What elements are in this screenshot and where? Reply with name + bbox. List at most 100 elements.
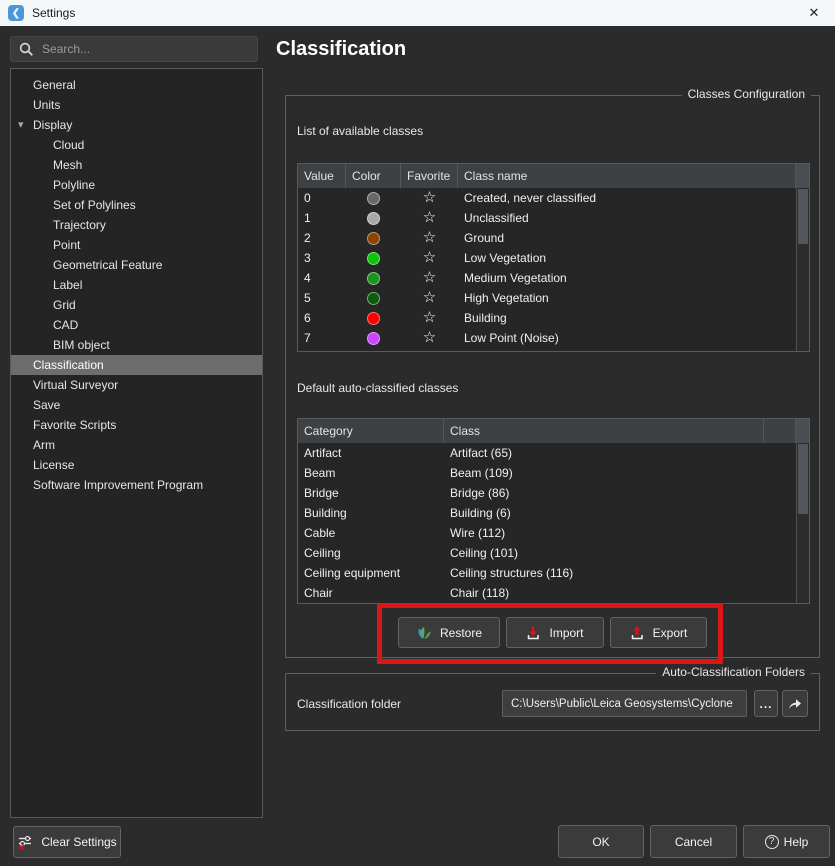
favorite-star-icon[interactable]: ☆: [401, 211, 458, 225]
table-row[interactable]: ChairChair (118): [298, 583, 796, 603]
cancel-button[interactable]: Cancel: [650, 825, 737, 858]
import-button-label: Import: [549, 626, 583, 640]
sidebar-item-virtual-surveyor[interactable]: Virtual Surveyor: [11, 375, 262, 395]
sidebar-item-cad[interactable]: CAD: [11, 315, 262, 335]
table-row[interactable]: 3☆Low Vegetation: [298, 248, 796, 268]
table-row-partial[interactable]: [298, 348, 796, 351]
column-header-category[interactable]: Category: [298, 419, 444, 443]
import-button[interactable]: Import: [506, 617, 604, 648]
sidebar-item-label: Software Improvement Program: [33, 478, 203, 492]
class-value: Ceiling structures (116): [444, 566, 764, 580]
sidebar-item-trajectory[interactable]: Trajectory: [11, 215, 262, 235]
table-row[interactable]: CableWire (112): [298, 523, 796, 543]
search-box[interactable]: [10, 36, 258, 62]
table-row[interactable]: Ceiling equipmentCeiling structures (116…: [298, 563, 796, 583]
class-color-swatch[interactable]: [367, 192, 380, 205]
class-color-cell: [346, 348, 401, 351]
table-row[interactable]: 2☆Ground: [298, 228, 796, 248]
sidebar-item-set-of-polylines[interactable]: Set of Polylines: [11, 195, 262, 215]
class-name: Low Vegetation: [458, 251, 796, 265]
class-color-swatch[interactable]: [367, 232, 380, 245]
sidebar-item-units[interactable]: Units: [11, 95, 262, 115]
category-value: Ceiling equipment: [298, 566, 444, 580]
class-color-swatch[interactable]: [367, 252, 380, 265]
page-title: Classification: [276, 38, 406, 61]
column-header-classname[interactable]: Class name: [458, 164, 796, 188]
table-row[interactable]: BuildingBuilding (6): [298, 503, 796, 523]
class-color-swatch[interactable]: [367, 212, 380, 225]
table-row[interactable]: 1☆Unclassified: [298, 208, 796, 228]
sidebar-item-label: Arm: [33, 438, 55, 452]
close-icon[interactable]: ✕: [799, 0, 829, 26]
favorite-star-icon[interactable]: ☆: [401, 191, 458, 205]
table-row[interactable]: ArtifactArtifact (65): [298, 443, 796, 463]
sidebar-item-license[interactable]: License: [11, 455, 262, 475]
sidebar-item-general[interactable]: General: [11, 75, 262, 95]
cancel-button-label: Cancel: [675, 835, 712, 849]
window-title: Settings: [32, 6, 75, 20]
sidebar-item-arm[interactable]: Arm: [11, 435, 262, 455]
class-value: Ceiling (101): [444, 546, 764, 560]
help-button[interactable]: ? Help: [743, 825, 830, 858]
favorite-star-icon[interactable]: ☆: [401, 291, 458, 305]
class-color-cell: [346, 252, 401, 265]
browse-button[interactable]: ...: [754, 690, 778, 717]
group-title: Classes Configuration: [682, 87, 811, 101]
table-row[interactable]: 4☆Medium Vegetation: [298, 268, 796, 288]
export-button[interactable]: Export: [610, 617, 707, 648]
auto-table-scrollbar[interactable]: [796, 443, 809, 603]
column-header-class[interactable]: Class: [444, 419, 764, 443]
sidebar-item-label[interactable]: Label: [11, 275, 262, 295]
column-header-value[interactable]: Value: [298, 164, 346, 188]
sidebar-item-cloud[interactable]: Cloud: [11, 135, 262, 155]
sidebar-item-save[interactable]: Save: [11, 395, 262, 415]
class-color-cell: [346, 192, 401, 205]
sidebar-item-bim-object[interactable]: BIM object: [11, 335, 262, 355]
favorite-star-icon[interactable]: ☆: [401, 331, 458, 345]
class-color-swatch[interactable]: [367, 292, 380, 305]
table-row[interactable]: 0☆Created, never classified: [298, 188, 796, 208]
classes-table-scrollbar[interactable]: [796, 188, 809, 351]
class-color-swatch[interactable]: [367, 272, 380, 285]
restore-button[interactable]: Restore: [398, 617, 500, 648]
scrollbar-thumb[interactable]: [798, 444, 808, 514]
table-row[interactable]: 6☆Building: [298, 308, 796, 328]
favorite-star-icon[interactable]: ☆: [401, 251, 458, 265]
favorite-star-icon[interactable]: ☆: [401, 231, 458, 245]
sidebar-item-grid[interactable]: Grid: [11, 295, 262, 315]
classification-folder-path[interactable]: C:\Users\Public\Leica Geosystems\Cyclone: [502, 690, 747, 717]
table-row[interactable]: CeilingCeiling (101): [298, 543, 796, 563]
open-folder-button[interactable]: [782, 690, 808, 717]
scrollbar-thumb[interactable]: [798, 189, 808, 244]
sidebar-item-polyline[interactable]: Polyline: [11, 175, 262, 195]
sidebar-item-point[interactable]: Point: [11, 235, 262, 255]
favorite-star-icon[interactable]: ☆: [401, 271, 458, 285]
export-icon: [630, 625, 646, 641]
ok-button-label: OK: [592, 835, 609, 849]
table-row[interactable]: BeamBeam (109): [298, 463, 796, 483]
column-header-spacer: [764, 419, 796, 443]
column-header-favorite[interactable]: Favorite: [401, 164, 458, 188]
clear-settings-button[interactable]: Clear Settings: [13, 826, 121, 858]
sidebar-item-classification[interactable]: Classification: [11, 355, 262, 375]
sidebar-item-mesh[interactable]: Mesh: [11, 155, 262, 175]
class-color-swatch[interactable]: [367, 312, 380, 325]
sidebar-item-label: Point: [53, 238, 80, 252]
sidebar-item-favorite-scripts[interactable]: Favorite Scripts: [11, 415, 262, 435]
sidebar-item-display[interactable]: ▾Display: [11, 115, 262, 135]
sidebar-item-geometrical-feature[interactable]: Geometrical Feature: [11, 255, 262, 275]
class-value: Artifact (65): [444, 446, 764, 460]
class-color-swatch[interactable]: [367, 332, 380, 345]
table-row[interactable]: 5☆High Vegetation: [298, 288, 796, 308]
chevron-down-icon[interactable]: ▾: [18, 115, 24, 135]
sidebar-item-label: Trajectory: [53, 218, 106, 232]
column-header-color[interactable]: Color: [346, 164, 401, 188]
search-input[interactable]: [42, 42, 232, 56]
sidebar-item-software-improvement-program[interactable]: Software Improvement Program: [11, 475, 262, 495]
favorite-star-icon[interactable]: ☆: [401, 311, 458, 325]
category-value: Cable: [298, 526, 444, 540]
settings-dialog: ❮ Settings ✕ GeneralUnits▾DisplayCloudMe…: [0, 0, 835, 866]
table-row[interactable]: BridgeBridge (86): [298, 483, 796, 503]
ok-button[interactable]: OK: [558, 825, 644, 858]
table-row[interactable]: 7☆Low Point (Noise): [298, 328, 796, 348]
